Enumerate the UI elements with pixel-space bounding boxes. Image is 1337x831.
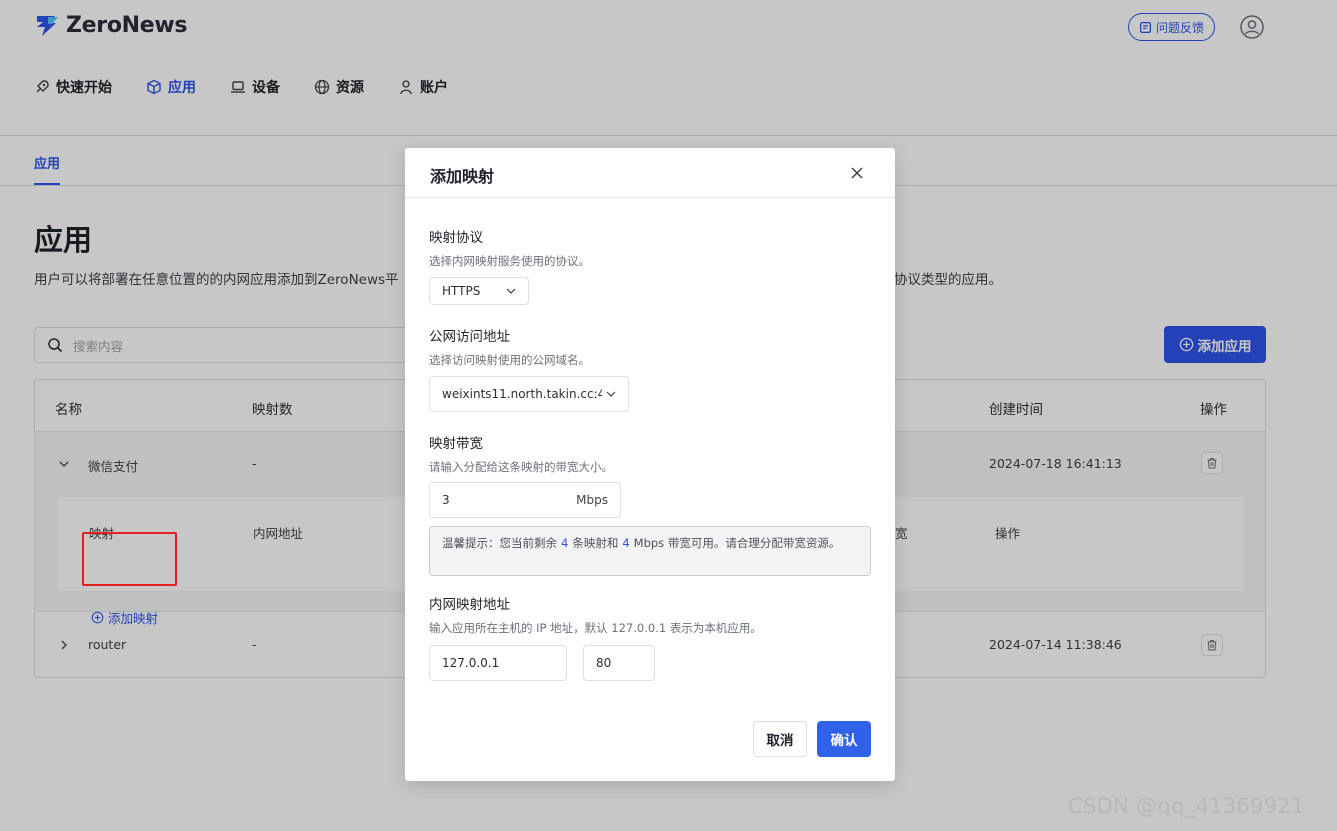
tip-mapping-count: 4 xyxy=(561,536,569,550)
watermark: CSDN @qq_41369921 xyxy=(1068,794,1305,818)
tip-text: 温馨提示：您当前剩余 xyxy=(442,536,557,550)
protocol-label: 映射协议 xyxy=(429,230,483,246)
inner-port-value: 80 xyxy=(596,656,612,670)
tip-text: 条映射和 xyxy=(572,536,619,550)
chevron-down-icon xyxy=(506,288,516,294)
inner-address-help: 输入应用所在主机的 IP 地址，默认 127.0.0.1 表示为本机应用。 xyxy=(429,621,762,635)
confirm-button[interactable]: 确认 xyxy=(817,721,871,757)
inner-ip-value: 127.0.0.1 xyxy=(442,656,500,670)
bandwidth-help: 请输入分配给这条映射的带宽大小。 xyxy=(429,460,613,474)
dialog-title: 添加映射 xyxy=(430,167,495,186)
public-address-label: 公网访问地址 xyxy=(429,329,510,345)
bandwidth-tip: 温馨提示：您当前剩余 4 条映射和 4 Mbps 带宽可用。请合理分配带宽资源。 xyxy=(429,526,871,576)
tip-bandwidth: 4 xyxy=(622,536,630,550)
public-address-value: weixints11.north.takin.cc:443 xyxy=(442,387,602,401)
protocol-select[interactable]: HTTPS xyxy=(429,277,529,305)
dialog-header: 添加映射 xyxy=(405,148,895,198)
public-address-help: 选择访问映射使用的公网域名。 xyxy=(429,353,590,367)
inner-address-label: 内网映射地址 xyxy=(429,597,510,613)
add-mapping-dialog: 添加映射 映射协议 选择内网映射服务使用的协议。 HTTPS 公网访问地址 选择… xyxy=(405,148,895,781)
inner-ip-input[interactable]: 127.0.0.1 xyxy=(429,645,567,681)
close-icon[interactable] xyxy=(849,165,865,181)
bandwidth-label: 映射带宽 xyxy=(429,436,483,452)
tip-text: Mbps 带宽可用。请合理分配带宽资源。 xyxy=(633,536,841,550)
highlight-annotation xyxy=(82,532,177,586)
bandwidth-unit: Mbps xyxy=(576,493,608,507)
public-address-select[interactable]: weixints11.north.takin.cc:443 xyxy=(429,376,629,412)
bandwidth-input[interactable]: 3 Mbps xyxy=(429,482,621,518)
cancel-button[interactable]: 取消 xyxy=(753,721,807,757)
inner-port-input[interactable]: 80 xyxy=(583,645,655,681)
protocol-help: 选择内网映射服务使用的协议。 xyxy=(429,254,590,268)
protocol-value: HTTPS xyxy=(442,284,481,298)
chevron-down-icon xyxy=(606,391,616,397)
bandwidth-value: 3 xyxy=(442,493,450,507)
